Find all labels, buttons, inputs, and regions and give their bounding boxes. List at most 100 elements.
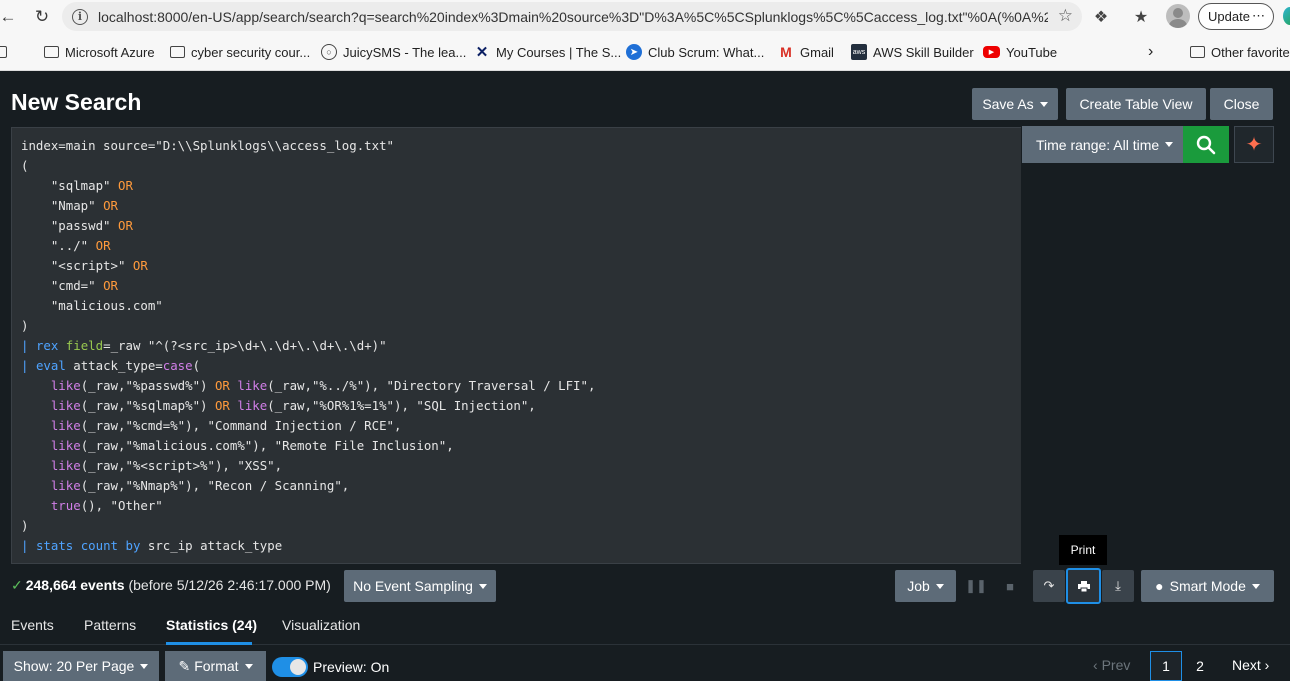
format-label: Format bbox=[194, 658, 239, 674]
caret-down-icon bbox=[935, 583, 944, 589]
save-as-button[interactable]: Save As bbox=[972, 88, 1058, 120]
event-time-suffix: (before 5/12/26 2:46:17.000 PM) bbox=[128, 577, 331, 593]
youtube-icon: ▶ bbox=[983, 46, 1000, 58]
query-line: "passwd" OR bbox=[21, 218, 133, 233]
export-download-icon[interactable]: ⤓ bbox=[1102, 570, 1134, 602]
folder-icon bbox=[170, 46, 185, 58]
more-options-icon: ⋯ bbox=[1252, 8, 1265, 23]
extensions-icon[interactable]: ❖ bbox=[1089, 5, 1113, 29]
lightbulb-icon: ● bbox=[1155, 578, 1164, 594]
tab-visualization[interactable]: Visualization bbox=[282, 617, 360, 633]
aws-icon: aws bbox=[851, 44, 867, 60]
tab-statistics[interactable]: Statistics (24) bbox=[166, 617, 257, 633]
site-info-icon[interactable]: i bbox=[72, 8, 88, 25]
bookmark-youtube[interactable]: ▶ YouTube bbox=[983, 43, 1057, 61]
bookmarks-bar: Microsoft Azure cyber security cour... ○… bbox=[0, 33, 1290, 71]
bookmark-label: Other favorites bbox=[1211, 44, 1290, 60]
preview-label: Preview: On bbox=[313, 659, 390, 675]
per-page-dropdown[interactable]: Show: 20 Per Page bbox=[3, 651, 159, 681]
caret-down-icon bbox=[244, 663, 253, 669]
bookmark-label: Microsoft Azure bbox=[65, 44, 155, 60]
page-2-button[interactable]: 2 bbox=[1184, 651, 1216, 681]
caret-down-icon bbox=[478, 583, 487, 589]
chevron-right-icon[interactable]: › bbox=[1148, 43, 1153, 61]
search-mode-dropdown[interactable]: ● Smart Mode bbox=[1141, 570, 1274, 602]
job-menu-button[interactable]: Job bbox=[895, 570, 956, 602]
bookmark-my-courses[interactable]: ✕ My Courses | The S... bbox=[474, 43, 622, 61]
query-line: like(_raw,"%<script>%"), "XSS", bbox=[50, 458, 283, 473]
folder-icon bbox=[1190, 46, 1205, 58]
query-line: ( bbox=[21, 158, 29, 173]
prev-label: Prev bbox=[1101, 657, 1131, 673]
pause-icon[interactable]: ❚❚ bbox=[964, 570, 988, 602]
tab-events[interactable]: Events bbox=[11, 617, 54, 633]
page-title: New Search bbox=[11, 89, 142, 115]
update-label: Update bbox=[1208, 9, 1250, 24]
bookmark-microsoft-azure[interactable]: Microsoft Azure bbox=[44, 43, 155, 61]
print-button[interactable] bbox=[1066, 568, 1101, 604]
club-icon: ➤ bbox=[626, 44, 642, 60]
query-line: like(_raw,"%malicious.com%"), "Remote Fi… bbox=[50, 438, 454, 453]
splunk-search-app: New Search Save As Create Table View Clo… bbox=[0, 72, 1290, 681]
ai-assistant-button[interactable]: ✦ bbox=[1234, 126, 1274, 163]
query-line: ) bbox=[21, 318, 29, 333]
collections-icon[interactable] bbox=[0, 43, 13, 61]
create-table-view-label: Create Table View bbox=[1079, 96, 1193, 112]
bookmark-label: Club Scrum: What... bbox=[648, 44, 765, 60]
bookmark-juicysms[interactable]: ○ JuicySMS - The lea... bbox=[321, 43, 466, 61]
url-text[interactable]: localhost:8000/en-US/app/search/search?q… bbox=[98, 9, 1048, 25]
sparkle-icon: ✦ bbox=[1245, 134, 1263, 156]
query-line: like(_raw,"%sqlmap%") OR like(_raw,"%OR%… bbox=[50, 398, 536, 413]
query-line: | stats count by src_ip attack_type bbox=[21, 538, 283, 553]
update-button[interactable]: Update ⋯ bbox=[1198, 3, 1274, 30]
refresh-icon[interactable]: ↻ bbox=[28, 3, 56, 31]
results-controls: Show: 20 Per Page ✎ Format Preview: On ‹… bbox=[0, 648, 1290, 681]
per-page-label: Show: 20 Per Page bbox=[13, 658, 135, 674]
query-line: "cmd=" OR bbox=[21, 278, 118, 293]
time-range-picker[interactable]: Time range: All time bbox=[1022, 126, 1183, 163]
gmail-icon: M bbox=[780, 44, 792, 60]
next-page-button[interactable]: Next › bbox=[1232, 657, 1269, 673]
favorite-star-icon[interactable]: ☆ bbox=[1058, 6, 1073, 26]
query-line: like(_raw,"%Nmap%"), "Recon / Scanning", bbox=[50, 478, 350, 493]
search-query-editor[interactable]: index=main source="D:\\Splunklogs\\acces… bbox=[11, 127, 1021, 564]
page-1-button[interactable]: 1 bbox=[1150, 651, 1182, 681]
stop-icon[interactable]: ■ bbox=[998, 570, 1022, 602]
bookmark-other-favorites[interactable]: Other favorites bbox=[1190, 43, 1290, 61]
query-line: true(), "Other" bbox=[50, 498, 163, 513]
search-icon bbox=[1196, 135, 1216, 154]
query-line: ) bbox=[21, 518, 29, 533]
event-count-status: ✓ 248,664 events (before 5/12/26 2:46:17.… bbox=[11, 577, 331, 594]
search-button[interactable] bbox=[1183, 126, 1229, 163]
share-icon[interactable]: ↷ bbox=[1033, 570, 1065, 602]
caret-down-icon bbox=[1039, 101, 1048, 107]
results-tabs: Events Patterns Statistics (24) Visualiz… bbox=[0, 612, 1290, 645]
search-query-text[interactable]: index=main source="D:\\Splunklogs\\acces… bbox=[21, 136, 595, 556]
bookmark-label: JuicySMS - The lea... bbox=[343, 44, 467, 60]
next-label: Next bbox=[1232, 657, 1261, 673]
bookmark-club-scrum[interactable]: ➤ Club Scrum: What... bbox=[626, 43, 764, 61]
back-arrow-icon[interactable]: ← bbox=[0, 3, 22, 31]
query-line: "Nmap" OR bbox=[21, 198, 118, 213]
bookmark-cyber-security[interactable]: cyber security cour... bbox=[170, 43, 310, 61]
bookmark-gmail[interactable]: M Gmail bbox=[778, 43, 834, 61]
event-sampling-dropdown[interactable]: No Event Sampling bbox=[344, 570, 496, 602]
preview-toggle[interactable] bbox=[272, 657, 308, 677]
query-line: like(_raw,"%passwd%") OR like(_raw,"%../… bbox=[50, 378, 596, 393]
address-bar[interactable]: i localhost:8000/en-US/app/search/search… bbox=[62, 2, 1082, 31]
query-line: | eval attack_type=case( bbox=[21, 358, 201, 373]
check-icon: ✓ bbox=[11, 577, 23, 593]
prev-page-button[interactable]: ‹ Prev bbox=[1093, 657, 1130, 673]
profile-avatar[interactable] bbox=[1166, 4, 1190, 28]
favorites-icon[interactable]: ★ bbox=[1129, 5, 1153, 29]
bookmark-aws[interactable]: aws AWS Skill Builder bbox=[851, 43, 974, 61]
format-dropdown[interactable]: ✎ Format bbox=[165, 651, 266, 681]
globe-icon: ○ bbox=[321, 44, 337, 60]
tab-patterns[interactable]: Patterns bbox=[84, 617, 136, 633]
bookmark-label: cyber security cour... bbox=[191, 44, 311, 60]
bookmark-label: My Courses | The S... bbox=[496, 44, 622, 60]
edge-copilot-icon[interactable] bbox=[1283, 7, 1290, 25]
query-line: "sqlmap" OR bbox=[21, 178, 133, 193]
close-button[interactable]: Close bbox=[1210, 88, 1273, 120]
create-table-view-button[interactable]: Create Table View bbox=[1066, 88, 1206, 120]
